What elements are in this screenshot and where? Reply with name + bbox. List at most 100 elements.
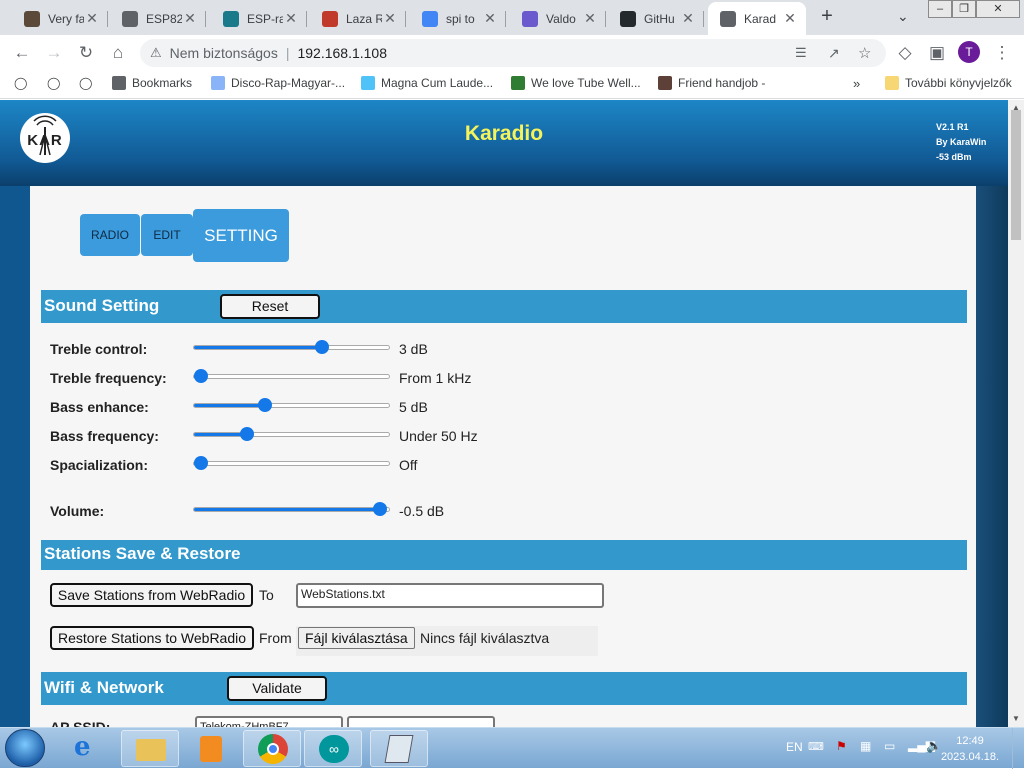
tab-close-icon[interactable]: ✕ — [482, 10, 498, 27]
tab-close-icon[interactable]: ✕ — [782, 10, 798, 27]
save-filename-input[interactable]: WebStations.txt — [296, 583, 604, 608]
bookmark-item[interactable]: Magna Cum Laude... — [361, 76, 493, 90]
tab-close-icon[interactable]: ✕ — [680, 10, 696, 27]
browser-tab[interactable]: ESP82 ✕ — [110, 2, 206, 35]
restore-stations-button[interactable]: Restore Stations to WebRadio — [50, 626, 254, 650]
slider-track[interactable] — [193, 398, 390, 412]
bookmark-item[interactable]: We love Tube Well... — [511, 76, 641, 90]
clock[interactable]: 12:49 2023.04.18. — [938, 733, 1002, 765]
scroll-thumb[interactable] — [1011, 110, 1021, 240]
pinned-globe-icon-1[interactable]: ◯ — [14, 76, 27, 90]
pinned-globe-icon-3[interactable]: ◯ — [79, 76, 92, 90]
minimize-button[interactable]: – — [928, 0, 952, 18]
file-explorer-icon[interactable] — [121, 730, 179, 767]
device-icon[interactable]: ▦ — [860, 739, 871, 753]
home-icon[interactable]: ⌂ — [106, 41, 130, 65]
tab-close-icon[interactable]: ✕ — [582, 10, 598, 27]
slider-track[interactable] — [193, 502, 390, 516]
tab-title: GitHu — [644, 11, 675, 26]
extensions-icon[interactable]: ◇ — [893, 41, 917, 65]
folder-icon — [885, 76, 899, 90]
side-panel-icon[interactable]: ▣ — [925, 41, 949, 65]
reset-button[interactable]: Reset — [220, 294, 320, 319]
slider-thumb[interactable] — [240, 427, 254, 441]
browser-toolbar: ← → ↻ ⌂ ⚠ Nem biztonságos | 192.168.1.10… — [0, 35, 1024, 71]
slider-thumb[interactable] — [194, 369, 208, 383]
validate-button[interactable]: Validate — [227, 676, 327, 701]
tab-search-icon[interactable]: ⌄ — [897, 8, 909, 25]
slider-track[interactable] — [193, 427, 390, 441]
keyboard-icon[interactable]: ⌨ — [808, 740, 824, 753]
tab-title: ESP-ra — [247, 11, 283, 26]
internet-explorer-icon[interactable]: e — [60, 730, 118, 767]
bookmark-star-icon[interactable]: ☆ — [858, 44, 871, 62]
bookmark-item[interactable]: Bookmarks — [112, 76, 192, 90]
tab-close-icon[interactable]: ✕ — [182, 10, 198, 27]
slider-thumb[interactable] — [194, 456, 208, 470]
warning-icon[interactable]: ⚠ — [150, 45, 162, 61]
browser-tab[interactable]: Karad ✕ — [708, 2, 806, 35]
action-center-icon[interactable]: ⚑ — [836, 739, 847, 753]
tab-close-icon[interactable]: ✕ — [382, 10, 398, 27]
browser-tab[interactable]: Valdo ✕ — [510, 2, 606, 35]
url-text[interactable]: 192.168.1.108 — [297, 45, 387, 61]
tab-favicon-icon — [223, 10, 239, 27]
tab-strip: Very fa ✕ ESP82 ✕ ESP-ra ✕ Laza R ✕ spi to ✕ Valdo… — [0, 0, 1024, 35]
scroll-down-arrow-icon[interactable]: ▼ — [1008, 711, 1024, 727]
share-icon[interactable]: ↗ — [828, 45, 840, 62]
profile-avatar[interactable]: T — [958, 41, 980, 63]
browser-tab[interactable]: Laza R ✕ — [310, 2, 406, 35]
close-window-button[interactable]: ✕ — [976, 0, 1020, 18]
slider-thumb[interactable] — [315, 340, 329, 354]
edit-nav-button[interactable]: EDIT — [141, 214, 193, 256]
browser-tab[interactable]: Very fa ✕ — [12, 2, 108, 35]
wifi-header: Wifi & Network — [41, 672, 967, 705]
save-stations-button[interactable]: Save Stations from WebRadio — [50, 583, 253, 607]
maximize-button[interactable]: ❐ — [952, 0, 976, 18]
file-picker[interactable]: Fájl kiválasztása Nincs fájl kiválasztva — [296, 626, 598, 656]
translate-icon[interactable]: ☰ — [795, 45, 807, 61]
radio-nav-button[interactable]: RADIO — [80, 214, 140, 256]
browser-tab[interactable]: GitHu ✕ — [608, 2, 704, 35]
slider-thumb[interactable] — [373, 502, 387, 516]
slider-track[interactable] — [193, 456, 390, 470]
slider-track[interactable] — [193, 369, 390, 383]
ap-password-input[interactable] — [347, 716, 495, 727]
notepad-icon[interactable] — [370, 730, 428, 767]
tab-title: Very fa — [48, 11, 84, 26]
tab-favicon-icon — [522, 10, 538, 27]
bookmark-item[interactable]: Disco-Rap-Magyar-... — [211, 76, 345, 90]
back-arrow-icon[interactable]: ← — [10, 41, 34, 65]
new-tab-button[interactable]: + — [815, 5, 839, 29]
slider-fill — [194, 404, 265, 407]
slider-thumb[interactable] — [258, 398, 272, 412]
forward-arrow-icon[interactable]: → — [42, 41, 66, 65]
start-orb-icon[interactable] — [5, 729, 45, 767]
reload-icon[interactable]: ↻ — [74, 41, 98, 65]
monitor-icon[interactable]: ▭ — [884, 739, 895, 753]
tab-close-icon[interactable]: ✕ — [283, 10, 299, 27]
choose-file-button[interactable]: Fájl kiválasztása — [298, 627, 415, 649]
taskbar: e ∞ EN ⌨ ⚑ ▦ ▭ ▂▄▆ 🔈 12:49 2023.04.18. — [0, 727, 1024, 769]
pinned-globe-icon-2[interactable]: ◯ — [47, 76, 60, 90]
bookmark-item[interactable]: Friend handjob - — [658, 76, 765, 90]
to-label: To — [259, 587, 274, 603]
browser-tab[interactable]: spi to ✕ — [410, 2, 506, 35]
menu-icon[interactable]: ⋮ — [990, 41, 1014, 65]
browser-tab[interactable]: ESP-ra ✕ — [211, 2, 307, 35]
slider-track[interactable] — [193, 340, 390, 354]
language-indicator[interactable]: EN — [786, 740, 803, 754]
page-viewport: KAR Karadio V2.1 R1 By KaraWin -53 dBm R… — [0, 100, 1008, 727]
other-bookmarks[interactable]: További könyvjelzők — [885, 76, 1012, 90]
bookmarks-overflow-icon[interactable]: » — [853, 76, 860, 91]
chrome-icon[interactable] — [243, 730, 301, 767]
app-title: Karadio — [464, 122, 544, 145]
tab-close-icon[interactable]: ✕ — [84, 10, 100, 27]
show-desktop-button[interactable] — [1012, 728, 1024, 769]
media-player-icon[interactable] — [182, 730, 240, 767]
arduino-icon[interactable]: ∞ — [304, 730, 362, 767]
address-bar[interactable]: ⚠ Nem biztonságos | 192.168.1.108 ☰ ↗ ☆ — [140, 39, 886, 67]
page-scrollbar[interactable]: ▲ ▼ — [1008, 100, 1024, 727]
setting-nav-button[interactable]: SETTING — [193, 209, 289, 262]
ap-ssid-input[interactable]: Telekom-ZHmBF7 — [195, 716, 343, 727]
